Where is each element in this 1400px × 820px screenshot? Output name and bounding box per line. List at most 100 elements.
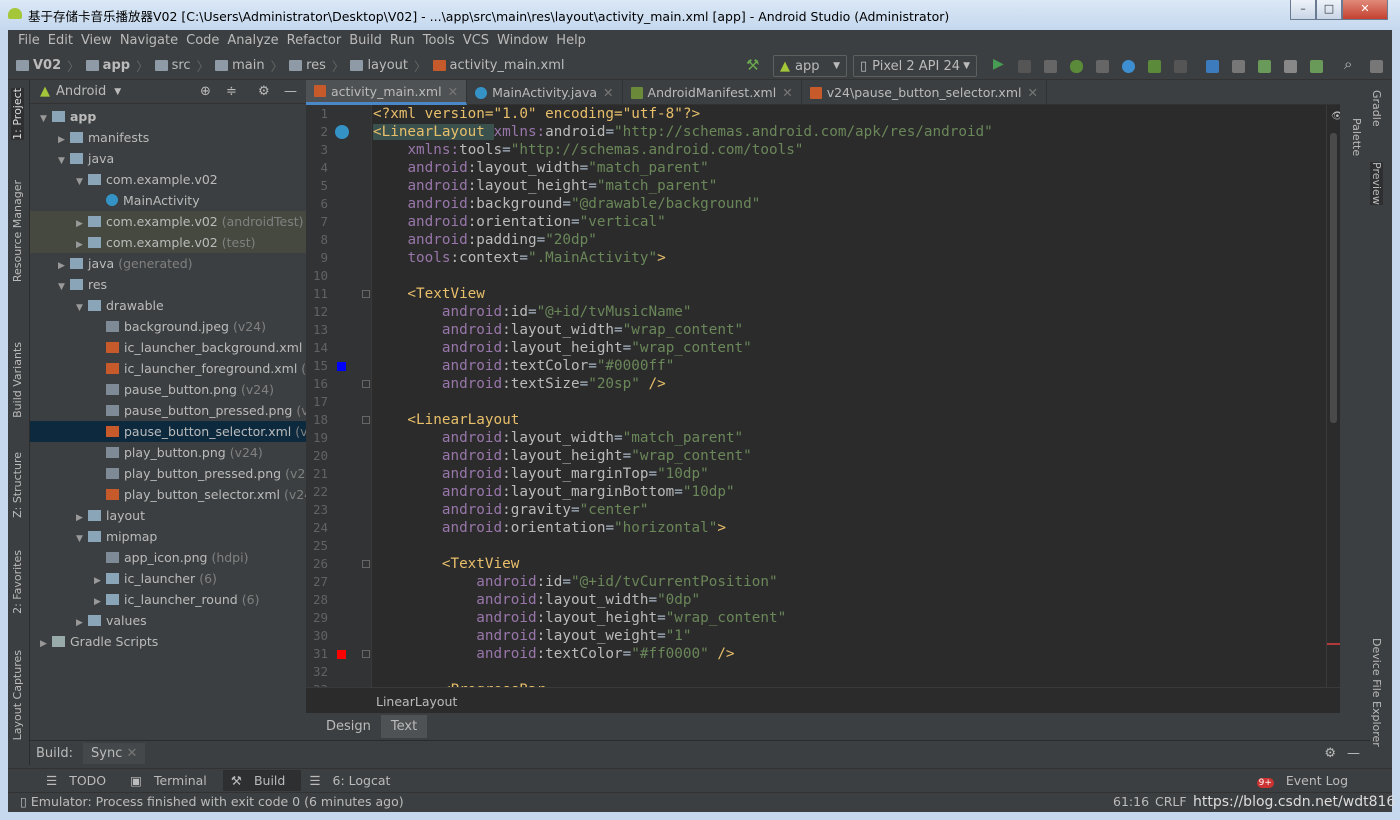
run-icon[interactable]: ▶ bbox=[993, 56, 1004, 72]
tree-item[interactable]: ▶ layout bbox=[30, 505, 306, 526]
tab-build[interactable]: ⚒ Build bbox=[222, 770, 302, 791]
tree-item[interactable]: ▶ ic_launcher (6) bbox=[30, 568, 306, 589]
close-icon[interactable]: ✕ bbox=[127, 746, 138, 761]
hide-icon[interactable]: — bbox=[1347, 746, 1360, 761]
tree-item[interactable]: ▶ Gradle Scripts bbox=[30, 631, 306, 652]
tab-logcat[interactable]: ☰ 6: Logcat bbox=[301, 770, 406, 791]
menu-file[interactable]: File bbox=[14, 30, 44, 52]
tree-item[interactable]: MainActivity bbox=[30, 190, 306, 211]
tab-todo[interactable]: ☰ TODO bbox=[38, 770, 122, 791]
avd-manager-icon[interactable] bbox=[1232, 60, 1245, 73]
menu-tools[interactable]: Tools bbox=[419, 30, 459, 52]
apply-changes-icon[interactable] bbox=[1018, 60, 1031, 73]
layout-icon[interactable] bbox=[1370, 60, 1383, 73]
tree-item[interactable]: app_icon.png (hdpi) bbox=[30, 547, 306, 568]
editor-tab[interactable]: MainActivity.java ✕ bbox=[467, 80, 623, 105]
close-button[interactable]: ✕ bbox=[1342, 0, 1388, 20]
tab-project[interactable]: 1: Project bbox=[11, 88, 24, 140]
menu-view[interactable]: View bbox=[77, 30, 116, 52]
gear-icon[interactable]: ⚙ bbox=[258, 84, 270, 99]
tab-terminal[interactable]: ▣ Terminal bbox=[122, 770, 223, 791]
tree-item[interactable]: ▼ app bbox=[30, 106, 306, 127]
tree-item[interactable]: ic_launcher_foreground.xml (v24) bbox=[30, 358, 334, 379]
tree-item[interactable]: ▶ com.example.v02 (test) bbox=[30, 232, 306, 253]
tree-item[interactable]: ▶ java (generated) bbox=[30, 253, 306, 274]
attach-debugger-icon[interactable] bbox=[1096, 60, 1109, 73]
editor-tab[interactable]: activity_main.xml ✕ bbox=[306, 80, 468, 105]
fold-icon[interactable] bbox=[362, 650, 370, 658]
breadcrumb-v02[interactable]: V02 bbox=[16, 58, 61, 73]
tree-item[interactable]: ▼ mipmap bbox=[30, 526, 306, 547]
debug-attach-icon[interactable] bbox=[1148, 60, 1161, 73]
menu-help[interactable]: Help bbox=[552, 30, 590, 52]
tab-build-variants[interactable]: Build Variants bbox=[11, 342, 24, 418]
tree-item[interactable]: background.jpeg (v24) bbox=[30, 316, 306, 337]
tab-device-file-explorer[interactable]: Device File Explorer bbox=[1370, 638, 1383, 747]
android-device-icon[interactable] bbox=[1310, 60, 1323, 73]
project-structure-icon[interactable] bbox=[1206, 60, 1219, 73]
search-icon[interactable]: ⌕ bbox=[1344, 55, 1352, 73]
menu-vcs[interactable]: VCS bbox=[459, 30, 493, 52]
fold-icon[interactable] bbox=[362, 290, 370, 298]
color-swatch-icon[interactable] bbox=[337, 650, 346, 659]
collapse-icon[interactable]: ≑ bbox=[226, 84, 237, 99]
tree-item[interactable]: ▼ drawable bbox=[30, 295, 306, 316]
close-icon[interactable]: ✕ bbox=[448, 84, 458, 99]
chevron-down-icon[interactable]: ▼ bbox=[114, 87, 121, 97]
device-select[interactable]: ▯ Pixel 2 API 24 ▼ bbox=[853, 55, 977, 77]
tree-item[interactable]: ▶ ic_launcher_round (6) bbox=[30, 589, 306, 610]
tree-item[interactable]: pause_button.png (v24) bbox=[30, 379, 306, 400]
tree-item[interactable]: ▼ com.example.v02 bbox=[30, 169, 306, 190]
scrollbar-thumb[interactable] bbox=[1330, 133, 1337, 423]
menu-edit[interactable]: Edit bbox=[44, 30, 77, 52]
tab-preview[interactable]: Preview bbox=[1370, 162, 1383, 205]
menu-run[interactable]: Run bbox=[386, 30, 419, 52]
fold-icon[interactable] bbox=[362, 416, 370, 424]
close-icon[interactable]: ✕ bbox=[782, 85, 792, 100]
status-toggle-icon[interactable]: ▯ bbox=[20, 794, 27, 809]
run-config-select[interactable]: ▲ app ▼ bbox=[773, 55, 847, 77]
breadcrumb-linearlayout[interactable]: LinearLayout bbox=[376, 694, 457, 709]
apply-code-changes-icon[interactable] bbox=[1044, 60, 1057, 73]
locate-icon[interactable]: ⊕ bbox=[200, 84, 211, 99]
editor-tab[interactable]: AndroidManifest.xml ✕ bbox=[623, 80, 802, 105]
tab-structure[interactable]: Z: Structure bbox=[11, 452, 24, 518]
tree-item[interactable]: ▼ java bbox=[30, 148, 306, 169]
line-separator[interactable]: CRLF bbox=[1155, 794, 1187, 809]
code-editor[interactable]: 1 2 3 4 5 6 7 8 9 10 11 12 13 14 15 16 17 18 19 20 21 22 23 24 2… bbox=[306, 105, 1326, 687]
tree-item[interactable]: pause_button_pressed.png (v24) bbox=[30, 400, 329, 421]
tree-item[interactable]: ▶ manifests bbox=[30, 127, 306, 148]
breadcrumb-activity-main-xml[interactable]: activity_main.xml bbox=[432, 58, 565, 73]
event-log-button[interactable]: 9+ Event Log bbox=[1249, 770, 1364, 791]
menu-code[interactable]: Code bbox=[182, 30, 223, 52]
tab-favorites[interactable]: 2: Favorites bbox=[11, 550, 24, 614]
maximize-button[interactable]: □ bbox=[1316, 0, 1342, 20]
tree-item[interactable]: play_button_pressed.png (v24) bbox=[30, 463, 318, 484]
hammer-build-icon[interactable]: ⚒ bbox=[746, 56, 759, 74]
tree-item[interactable]: play_button_selector.xml (v24) bbox=[30, 484, 317, 505]
tree-item[interactable]: ▶ values bbox=[30, 610, 306, 631]
tree-item[interactable]: pause_button_selector.xml (v24) bbox=[30, 421, 328, 442]
breadcrumb-layout[interactable]: layout bbox=[350, 58, 408, 73]
tab-design[interactable]: Design bbox=[316, 715, 381, 738]
breadcrumb-app[interactable]: app bbox=[85, 58, 130, 73]
minimize-button[interactable]: – bbox=[1290, 0, 1316, 20]
tab-sync[interactable]: Sync ✕ bbox=[83, 743, 146, 764]
tree-item[interactable]: ▼ res bbox=[30, 274, 306, 295]
tree-item[interactable]: ic_launcher_background.xml bbox=[30, 337, 306, 358]
color-swatch-icon[interactable] bbox=[337, 362, 346, 371]
sdk-manager-icon[interactable] bbox=[1284, 60, 1297, 73]
tab-text[interactable]: Text bbox=[380, 715, 428, 738]
error-marker[interactable] bbox=[1327, 643, 1341, 645]
close-icon[interactable]: ✕ bbox=[603, 85, 613, 100]
tab-gradle[interactable]: Gradle bbox=[1370, 90, 1383, 127]
project-view-select[interactable]: Android bbox=[56, 84, 106, 99]
fold-icon[interactable] bbox=[362, 560, 370, 568]
caret-position[interactable]: 61:16 bbox=[1113, 794, 1149, 809]
stop-icon[interactable] bbox=[1174, 60, 1187, 73]
editor-tab[interactable]: v24\pause_button_selector.xml ✕ bbox=[802, 80, 1047, 105]
vertical-scrollbar[interactable]: 👁 bbox=[1326, 105, 1344, 687]
menu-analyze[interactable]: Analyze bbox=[223, 30, 282, 52]
close-icon[interactable]: ✕ bbox=[1027, 85, 1037, 100]
menu-window[interactable]: Window bbox=[493, 30, 552, 52]
